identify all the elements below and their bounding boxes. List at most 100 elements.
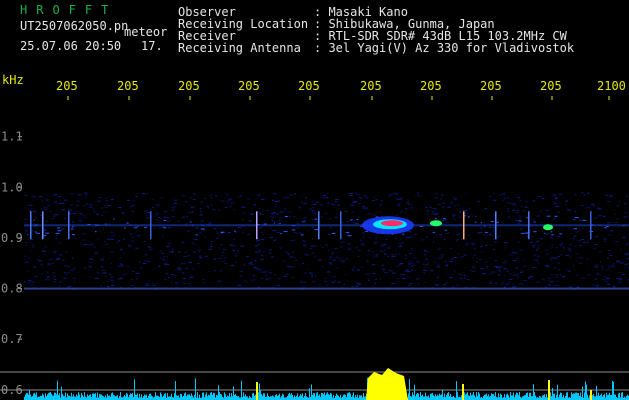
noise-speck	[268, 249, 272, 251]
level-bar	[431, 393, 432, 400]
level-bar	[220, 394, 221, 400]
noise-speck	[314, 257, 316, 259]
level-spike	[256, 382, 258, 400]
noise-speck	[608, 266, 612, 268]
noise-speck	[393, 192, 397, 194]
level-bar	[167, 393, 168, 400]
noise-speck	[440, 256, 444, 258]
level-bar	[78, 392, 79, 400]
noise-speck	[466, 279, 470, 280]
noise-speck	[484, 231, 488, 233]
noise-speck	[93, 211, 96, 213]
noise-speck	[33, 226, 37, 228]
level-bar	[490, 395, 491, 400]
noise-speck	[373, 242, 377, 244]
noise-speck	[173, 202, 177, 204]
noise-speck	[199, 255, 202, 257]
noise-speck	[352, 269, 355, 271]
noise-speck	[226, 200, 231, 202]
noise-speck	[182, 195, 186, 197]
level-bar	[533, 384, 534, 400]
noise-speck	[232, 249, 235, 251]
noise-speck	[29, 250, 32, 252]
level-bar	[28, 394, 29, 400]
noise-speck	[309, 272, 313, 274]
noise-speck	[210, 243, 212, 245]
noise-speck	[80, 243, 83, 245]
noise-speck	[542, 278, 545, 280]
noise-speck	[616, 260, 618, 261]
noise-speck	[253, 204, 256, 206]
noise-speck	[553, 218, 556, 220]
level-bar	[282, 393, 283, 400]
noise-speck	[586, 241, 589, 243]
noise-speck	[59, 281, 63, 283]
noise-speck	[135, 196, 138, 198]
noise-speck	[94, 231, 97, 233]
noise-speck	[543, 232, 546, 234]
level-bar	[313, 393, 314, 400]
noise-speck	[465, 243, 469, 245]
noise-speck	[499, 194, 502, 196]
level-bar	[324, 392, 325, 400]
noise-speck	[379, 278, 381, 280]
noise-speck	[189, 262, 192, 264]
noise-speck	[569, 250, 572, 252]
noise-speck	[507, 210, 510, 212]
level-bar	[476, 392, 477, 400]
level-bar	[45, 393, 46, 400]
level-bar	[478, 392, 479, 400]
noise-speck	[391, 283, 395, 285]
noise-speck	[192, 193, 196, 195]
noise-speck	[184, 251, 187, 253]
noise-speck	[235, 253, 238, 255]
noise-speck	[358, 283, 362, 285]
level-bar	[539, 395, 540, 400]
noise-speck	[616, 278, 620, 279]
noise-speck	[190, 206, 195, 208]
noise-speck	[171, 207, 176, 209]
noise-speck	[24, 222, 27, 224]
level-bar	[311, 384, 312, 400]
signal-band	[24, 192, 629, 290]
noise-speck	[24, 194, 28, 196]
noise-speck	[53, 215, 56, 217]
noise-speck	[450, 203, 453, 205]
noise-speck	[135, 247, 139, 249]
noise-speck	[508, 281, 511, 283]
level-bar	[175, 381, 176, 400]
noise-speck	[573, 228, 577, 230]
level-bar	[292, 394, 293, 400]
noise-speck	[581, 192, 584, 194]
noise-speck	[357, 194, 360, 196]
noise-speck	[438, 204, 442, 205]
level-bar	[210, 392, 211, 400]
level-bar	[207, 396, 208, 400]
level-bar	[199, 394, 200, 400]
noise-speck	[174, 199, 178, 201]
level-bar	[359, 395, 360, 400]
noise-speck	[345, 258, 349, 260]
noise-speck	[174, 274, 177, 276]
noise-speck	[606, 283, 610, 285]
level-bar	[268, 396, 269, 400]
noise-speck	[395, 214, 398, 216]
noise-speck	[120, 248, 122, 250]
level-bar	[361, 395, 362, 400]
noise-speck	[351, 269, 354, 270]
noise-speck	[98, 197, 102, 198]
noise-speck	[161, 197, 163, 199]
noise-speck	[375, 256, 378, 257]
noise-speck	[595, 235, 598, 237]
level-bar	[535, 395, 536, 400]
spectrogram-screen: HROFFT UT2507062050.pn meteor 25.07.06 2…	[0, 0, 629, 400]
level-bar	[494, 396, 495, 400]
noise-speck	[509, 273, 511, 275]
noise-speck	[302, 240, 306, 242]
noise-speck	[612, 263, 615, 265]
noise-speck	[332, 275, 336, 277]
noise-speck	[433, 241, 435, 243]
noise-speck	[145, 210, 148, 212]
noise-speck	[53, 194, 57, 196]
level-bar	[255, 394, 256, 400]
